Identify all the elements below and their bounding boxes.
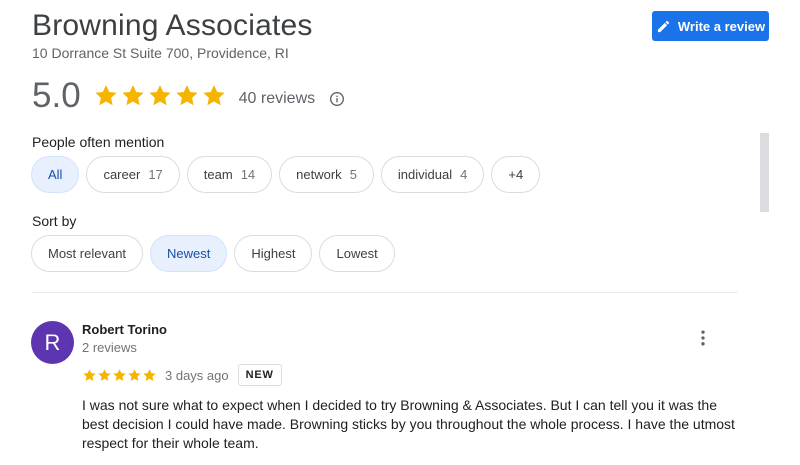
rating-summary: 5.0 40 reviews [32,76,345,116]
mention-chip-career[interactable]: career 17 [86,156,180,193]
write-review-button[interactable]: Write a review [652,11,769,41]
star-icon [128,368,141,381]
star-icon [203,85,225,106]
sort-options: Most relevant Newest Highest Lowest [31,235,395,272]
write-review-label: Write a review [677,18,766,34]
review-date: 3 days ago [165,367,229,383]
sort-option-newest[interactable]: Newest [150,235,228,272]
review-count-link[interactable]: 40 reviews [239,90,315,108]
rating-value: 5.0 [32,76,81,115]
pencil-icon [657,20,670,32]
star-icon [149,85,171,106]
sort-option-lowest[interactable]: Lowest [319,235,395,272]
info-icon[interactable] [329,91,345,107]
star-icon [98,368,111,381]
chip-label: network [296,167,342,182]
star-icon [176,85,198,106]
mention-chip-all[interactable]: All [31,156,80,193]
chip-label: All [48,167,63,182]
business-address: 10 Dorrance St Suite 700, Providence, RI [32,45,289,61]
chip-count: 14 [240,167,256,182]
mention-chips: All career 17 team 14 network 5 individual 4 +4 [31,156,541,193]
mention-chip-team[interactable]: team 14 [186,156,273,193]
star-icon [122,85,144,106]
sort-label: Sort by [32,213,77,229]
scrollbar[interactable] [760,133,769,212]
new-badge: NEW [237,364,282,386]
sort-option-most-relevant[interactable]: Most relevant [31,235,144,272]
business-name: Browning Associates [32,9,313,42]
avatar[interactable]: R [31,321,74,364]
star-icon [143,368,156,381]
reviewer-name[interactable]: Robert Torino [82,322,167,337]
chip-count: 4 [460,167,468,182]
rating-stars [93,83,227,109]
chip-label: team [203,167,233,182]
chip-count: 17 [148,167,163,182]
mention-chip-4[interactable]: +4 [491,156,541,193]
mention-chip-individual[interactable]: individual 4 [380,156,485,193]
sort-option-highest[interactable]: Highest [234,235,313,272]
more-options-icon[interactable] [693,328,713,348]
review-rating-row: 3 days ago NEW [82,364,282,386]
review-text: I was not sure what to expect when I dec… [82,397,735,451]
chip-count: 5 [349,167,357,182]
star-icon [113,368,126,381]
chip-label: career [103,167,141,182]
divider [32,292,738,293]
reviewer-review-count: 2 reviews [82,340,137,355]
mentions-label: People often mention [32,134,165,150]
star-icon [95,85,117,106]
star-icon [83,368,96,381]
mention-chip-network[interactable]: network 5 [279,156,374,193]
review-stars [82,368,157,383]
chip-label: individual [397,167,453,182]
chip-label: +4 [508,167,524,182]
